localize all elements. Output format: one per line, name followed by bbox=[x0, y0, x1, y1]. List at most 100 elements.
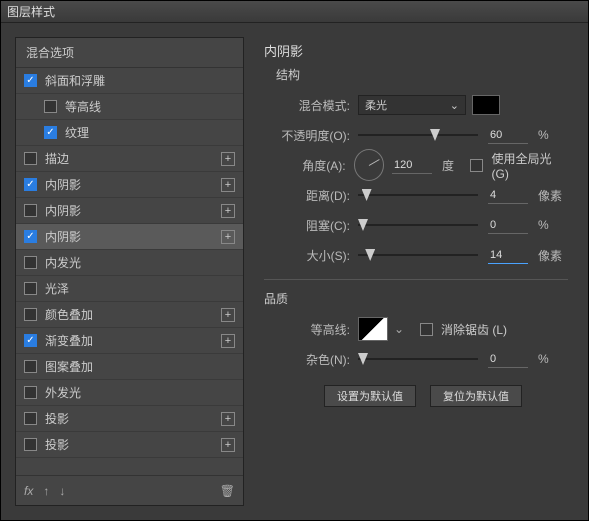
effect-label: 图案叠加 bbox=[45, 358, 235, 375]
effect-row[interactable]: 斜面和浮雕 bbox=[16, 68, 243, 94]
color-swatch[interactable] bbox=[472, 95, 500, 115]
blend-mode-label: 混合模式: bbox=[264, 97, 350, 114]
effect-row[interactable]: 内阴影+ bbox=[16, 172, 243, 198]
global-light-checkbox[interactable] bbox=[470, 159, 483, 172]
contour-picker[interactable] bbox=[358, 317, 388, 341]
layer-style-dialog: 图层样式 混合选项 斜面和浮雕等高线纹理描边+内阴影+内阴影+内阴影+内发光光泽… bbox=[0, 0, 589, 521]
choke-label: 阻塞(C): bbox=[264, 217, 350, 234]
px-unit: 像素 bbox=[538, 187, 568, 204]
panel-title: 内阴影 bbox=[264, 41, 568, 60]
effect-checkbox[interactable] bbox=[24, 204, 37, 217]
distance-slider[interactable] bbox=[358, 188, 478, 202]
noise-input[interactable] bbox=[488, 350, 528, 368]
add-instance-icon[interactable]: + bbox=[221, 204, 235, 218]
effect-checkbox[interactable] bbox=[44, 100, 57, 113]
opacity-label: 不透明度(O): bbox=[264, 127, 350, 144]
angle-row: 角度(A): 度 使用全局光 (G) bbox=[264, 153, 568, 177]
effect-row[interactable]: 颜色叠加+ bbox=[16, 302, 243, 328]
move-down-icon[interactable]: ↓ bbox=[59, 484, 65, 498]
effects-list: 斜面和浮雕等高线纹理描边+内阴影+内阴影+内阴影+内发光光泽颜色叠加+渐变叠加+… bbox=[16, 68, 243, 475]
effect-checkbox[interactable] bbox=[24, 438, 37, 451]
noise-row: 杂色(N): % bbox=[264, 347, 568, 371]
noise-slider[interactable] bbox=[358, 352, 478, 366]
antialias-label: 消除锯齿 (L) bbox=[441, 321, 507, 338]
fx-icon[interactable]: fx bbox=[24, 484, 33, 498]
size-input[interactable] bbox=[488, 246, 528, 264]
effect-checkbox[interactable] bbox=[24, 360, 37, 373]
effect-label: 颜色叠加 bbox=[45, 306, 221, 323]
effect-checkbox[interactable] bbox=[24, 334, 37, 347]
quality-label: 品质 bbox=[264, 290, 568, 307]
effect-label: 投影 bbox=[45, 436, 221, 453]
effect-checkbox[interactable] bbox=[24, 74, 37, 87]
settings-panel: 内阴影 结构 混合模式: 柔光 ⌄ 不透明度(O): % bbox=[244, 23, 588, 520]
effect-checkbox[interactable] bbox=[24, 412, 37, 425]
size-slider[interactable] bbox=[358, 248, 478, 262]
move-up-icon[interactable]: ↑ bbox=[43, 484, 49, 498]
antialias-checkbox[interactable] bbox=[420, 323, 433, 336]
titlebar[interactable]: 图层样式 bbox=[1, 1, 588, 23]
opacity-slider[interactable] bbox=[358, 128, 478, 142]
effect-row[interactable]: 内发光 bbox=[16, 250, 243, 276]
choke-row: 阻塞(C): % bbox=[264, 213, 568, 237]
structure-label: 结构 bbox=[276, 66, 568, 83]
opacity-row: 不透明度(O): % bbox=[264, 123, 568, 147]
effect-row[interactable]: 内阴影+ bbox=[16, 224, 243, 250]
reset-default-button[interactable]: 复位为默认值 bbox=[430, 385, 522, 407]
angle-label: 角度(A): bbox=[264, 157, 346, 174]
effect-row[interactable]: 图案叠加 bbox=[16, 354, 243, 380]
distance-row: 距离(D): 像素 bbox=[264, 183, 568, 207]
distance-label: 距离(D): bbox=[264, 187, 350, 204]
opacity-input[interactable] bbox=[488, 126, 528, 144]
add-instance-icon[interactable]: + bbox=[221, 334, 235, 348]
blend-mode-row: 混合模式: 柔光 ⌄ bbox=[264, 93, 568, 117]
effects-sidebar: 混合选项 斜面和浮雕等高线纹理描边+内阴影+内阴影+内阴影+内发光光泽颜色叠加+… bbox=[15, 37, 244, 506]
effect-checkbox[interactable] bbox=[24, 282, 37, 295]
effect-checkbox[interactable] bbox=[44, 126, 57, 139]
percent-unit: % bbox=[538, 218, 568, 232]
choke-slider[interactable] bbox=[358, 218, 478, 232]
px-unit: 像素 bbox=[538, 247, 568, 264]
size-label: 大小(S): bbox=[264, 247, 350, 264]
effect-row[interactable]: 外发光 bbox=[16, 380, 243, 406]
effect-checkbox[interactable] bbox=[24, 256, 37, 269]
window-title: 图层样式 bbox=[7, 3, 55, 20]
effect-row[interactable]: 投影+ bbox=[16, 432, 243, 458]
make-default-button[interactable]: 设置为默认值 bbox=[324, 385, 416, 407]
angle-dial[interactable] bbox=[354, 149, 384, 181]
effect-row[interactable]: 描边+ bbox=[16, 146, 243, 172]
effect-row[interactable]: 光泽 bbox=[16, 276, 243, 302]
add-instance-icon[interactable]: + bbox=[221, 178, 235, 192]
button-row: 设置为默认值 复位为默认值 bbox=[324, 385, 568, 407]
effect-label: 内阴影 bbox=[45, 228, 221, 245]
effect-row[interactable]: 投影+ bbox=[16, 406, 243, 432]
effect-label: 描边 bbox=[45, 150, 221, 167]
add-instance-icon[interactable]: + bbox=[221, 438, 235, 452]
chevron-down-icon[interactable]: ⌄ bbox=[394, 322, 406, 336]
add-instance-icon[interactable]: + bbox=[221, 412, 235, 426]
choke-input[interactable] bbox=[488, 216, 528, 234]
effect-row[interactable]: 内阴影+ bbox=[16, 198, 243, 224]
sidebar-header[interactable]: 混合选项 bbox=[16, 38, 243, 68]
effect-checkbox[interactable] bbox=[24, 152, 37, 165]
angle-input[interactable] bbox=[392, 156, 432, 174]
sidebar-footer: fx ↑ ↓ 🗑 bbox=[16, 475, 243, 505]
blend-mode-value: 柔光 bbox=[365, 97, 387, 113]
effect-label: 内发光 bbox=[45, 254, 235, 271]
effect-row[interactable]: 渐变叠加+ bbox=[16, 328, 243, 354]
effect-checkbox[interactable] bbox=[24, 308, 37, 321]
effect-row[interactable]: 纹理 bbox=[16, 120, 243, 146]
add-instance-icon[interactable]: + bbox=[221, 308, 235, 322]
effect-checkbox[interactable] bbox=[24, 230, 37, 243]
effect-label: 投影 bbox=[45, 410, 221, 427]
trash-icon[interactable]: 🗑 bbox=[220, 484, 235, 498]
effect-checkbox[interactable] bbox=[24, 178, 37, 191]
effect-checkbox[interactable] bbox=[24, 386, 37, 399]
distance-input[interactable] bbox=[488, 186, 528, 204]
add-instance-icon[interactable]: + bbox=[221, 152, 235, 166]
divider bbox=[264, 279, 568, 280]
add-instance-icon[interactable]: + bbox=[221, 230, 235, 244]
blend-mode-select[interactable]: 柔光 ⌄ bbox=[358, 95, 466, 115]
contour-row: 等高线: ⌄ 消除锯齿 (L) bbox=[264, 317, 568, 341]
effect-row[interactable]: 等高线 bbox=[16, 94, 243, 120]
